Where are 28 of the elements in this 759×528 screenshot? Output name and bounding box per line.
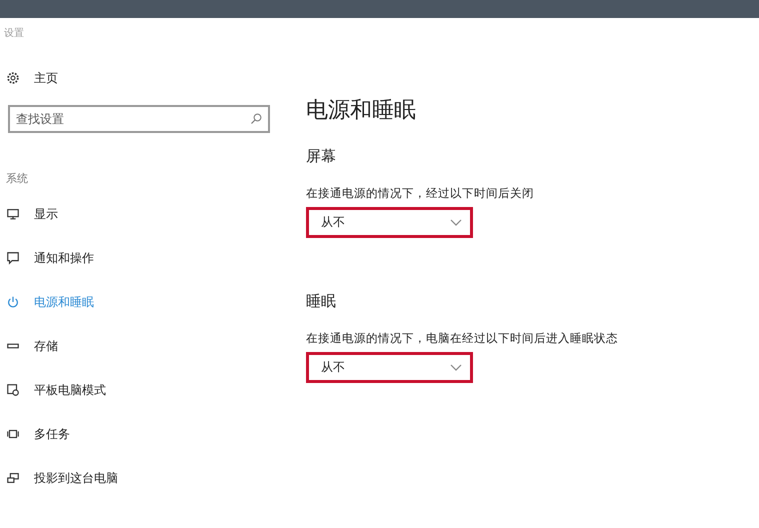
message-icon — [6, 251, 20, 265]
power-icon — [6, 295, 20, 309]
sidebar-item[interactable]: 存储 — [6, 324, 298, 368]
dropdown[interactable]: 从不 — [306, 352, 473, 383]
chevron-icon — [450, 218, 462, 226]
home-link[interactable]: 主页 — [6, 67, 298, 89]
section-heading: 睡眠 — [306, 292, 337, 311]
chevron-icon — [450, 364, 462, 372]
dropdown[interactable]: 从不 — [306, 207, 473, 238]
setting-description: 在接通电源的情况下，电脑在经过以下时间后进入睡眠状态 — [306, 331, 618, 346]
sidebar-item[interactable]: 投影到这台电脑 — [6, 456, 298, 500]
monitor-icon — [6, 207, 20, 221]
sidebar-item[interactable]: 通知和操作 — [6, 236, 298, 280]
setting-description: 在接通电源的情况下，经过以下时间后关闭 — [306, 186, 534, 201]
page-title: 电源和睡眠 — [306, 97, 417, 125]
window-title: 设置 — [4, 26, 24, 40]
search-field[interactable]: 查找设置 — [8, 105, 270, 133]
section-heading: 屏幕 — [306, 147, 337, 166]
sidebar-item[interactable]: 电源和睡眠 — [6, 280, 298, 324]
projector-icon — [6, 471, 20, 485]
sidebar-item[interactable]: 显示 — [6, 192, 298, 236]
gear-icon — [6, 71, 20, 85]
search-icon — [250, 113, 262, 125]
multitask-icon — [6, 427, 20, 441]
tablet-icon — [6, 383, 20, 397]
section-label: 系统 — [6, 171, 28, 186]
sidebar-item[interactable]: 多任务 — [6, 412, 298, 456]
sidebar-item[interactable]: 平板电脑模式 — [6, 368, 298, 412]
